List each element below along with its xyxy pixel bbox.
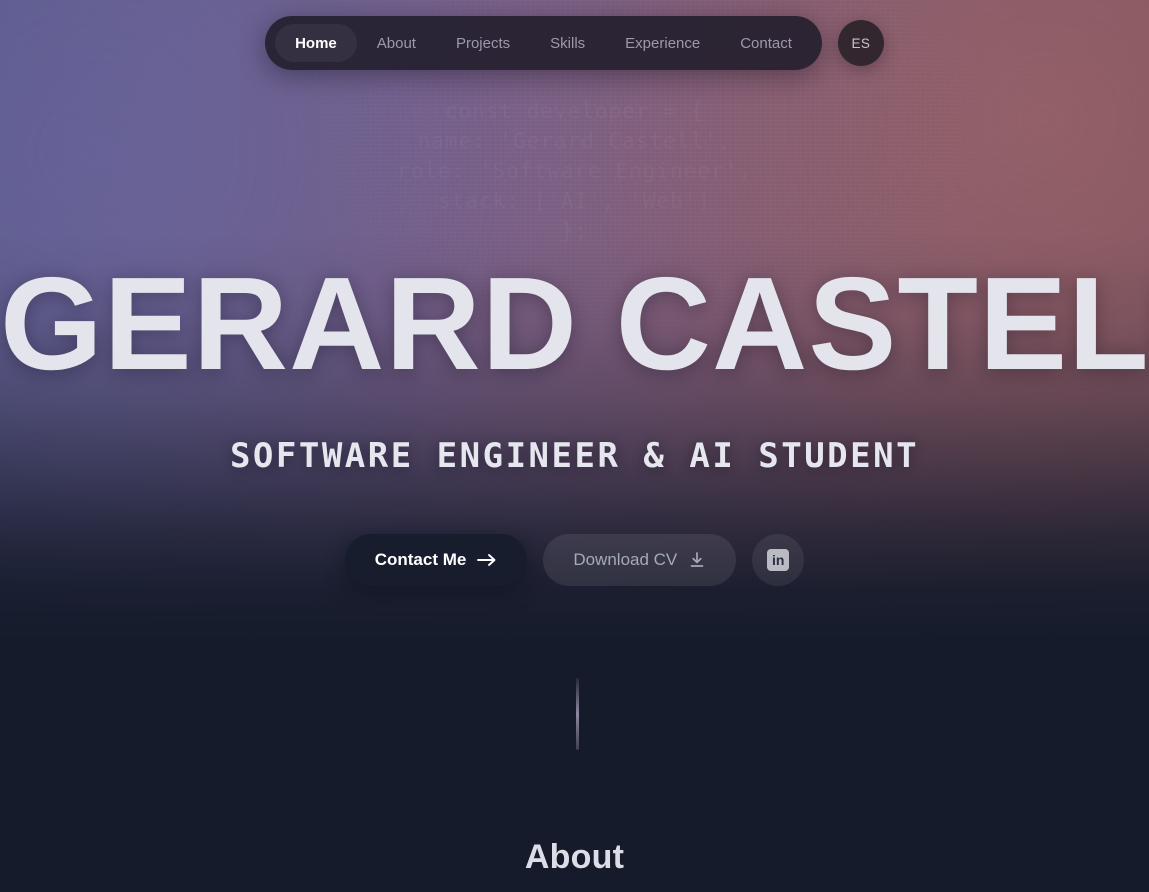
page-root: const developer = { name: 'Gerard Castel…	[0, 0, 1149, 892]
nav-label-skills: Skills	[550, 34, 586, 52]
nav-item-experience[interactable]: Experience	[605, 24, 720, 62]
scroll-down-indicator[interactable]	[576, 678, 579, 750]
nav-item-skills[interactable]: Skills	[530, 24, 605, 62]
contact-me-label: Contact Me	[374, 550, 467, 569]
about-section: About	[0, 760, 1149, 877]
language-switcher-label: ES	[851, 35, 871, 51]
nav-label-about: About	[376, 34, 416, 52]
download-icon	[688, 551, 706, 569]
arrow-right-icon	[477, 552, 497, 568]
hero-title: GERARD CASTELL	[0, 250, 1149, 397]
nav-label-experience: Experience	[625, 34, 701, 52]
download-cv-button[interactable]: Download CV	[543, 534, 737, 586]
linkedin-icon: in	[767, 549, 790, 571]
navbar-container: Home About Projects Skills Experience Co…	[0, 16, 1149, 70]
language-switcher-button[interactable]: ES	[837, 20, 884, 66]
linkedin-button[interactable]: in	[752, 534, 805, 586]
nav-item-about[interactable]: About	[357, 24, 436, 62]
download-cv-label: Download CV	[573, 550, 678, 569]
nav-item-home[interactable]: Home	[275, 24, 357, 62]
hero-action-buttons: Contact Me Download CV in	[0, 534, 1149, 586]
nav-label-home: Home	[295, 34, 337, 52]
nav-label-contact: Contact	[740, 34, 792, 52]
about-section-heading: About	[524, 838, 625, 876]
hero-subtitle: SOFTWARE ENGINEER & AI STUDENT	[229, 436, 920, 476]
hero-content: GERARD CASTELL SOFTWARE ENGINEER & AI ST…	[0, 0, 1149, 892]
main-navigation: Home About Projects Skills Experience Co…	[265, 16, 822, 70]
nav-item-contact[interactable]: Contact	[720, 24, 812, 62]
contact-me-button[interactable]: Contact Me	[344, 534, 528, 586]
nav-item-projects[interactable]: Projects	[436, 24, 530, 62]
nav-label-projects: Projects	[455, 34, 511, 52]
